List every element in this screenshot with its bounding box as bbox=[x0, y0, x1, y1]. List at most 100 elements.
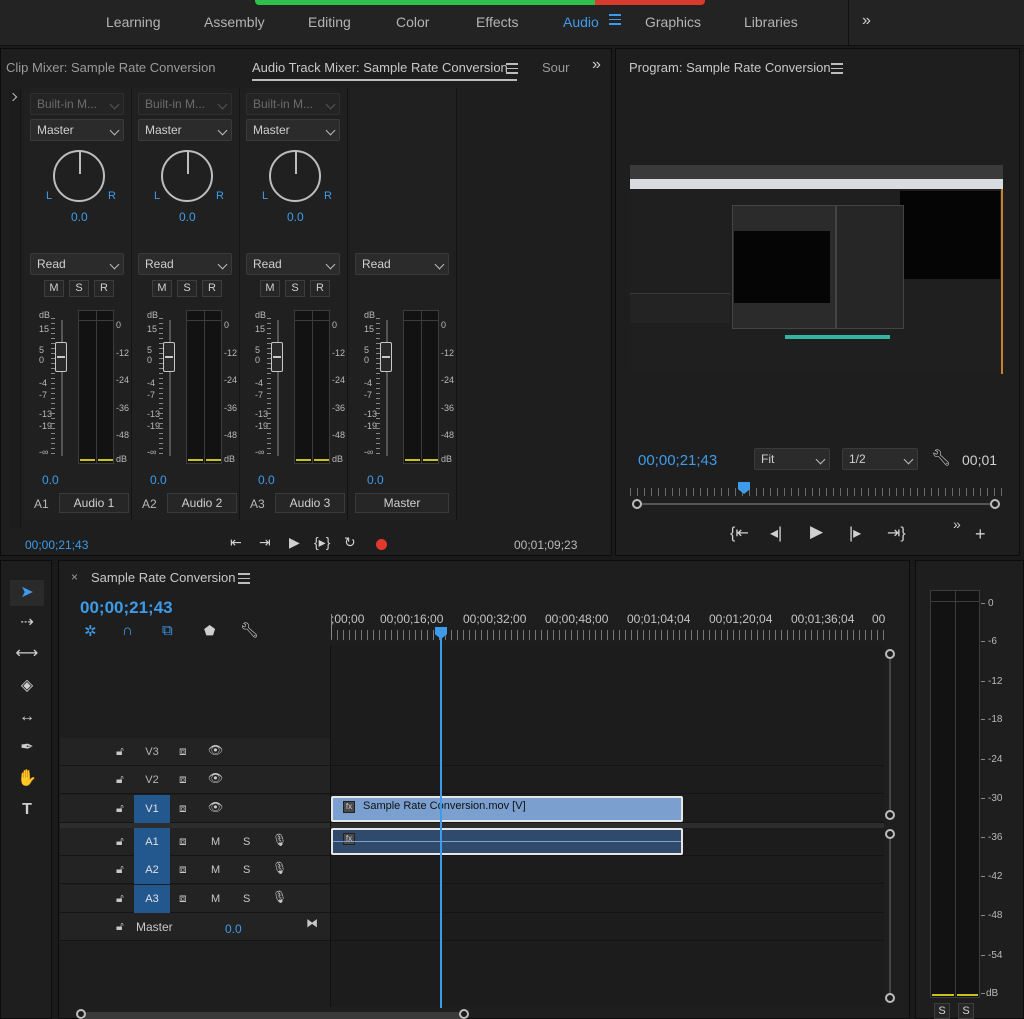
master-track-lane[interactable] bbox=[331, 913, 884, 941]
prog-add-button-icon[interactable]: + bbox=[975, 524, 986, 545]
pan-knob[interactable] bbox=[161, 150, 213, 202]
tab-clip-mixer[interactable]: Clip Mixer: Sample Rate Conversion bbox=[6, 60, 216, 75]
sync-lock-icon[interactable]: ⧈ bbox=[179, 862, 187, 877]
play-icon[interactable]: ▶ bbox=[289, 534, 300, 551]
lock-icon[interactable]: 🔓︎ bbox=[116, 891, 124, 906]
mixer-expand-strip[interactable] bbox=[8, 89, 21, 549]
volume-value[interactable]: 0.0 bbox=[150, 473, 167, 487]
automation-dropdown[interactable]: Read bbox=[138, 253, 232, 275]
video-vscroll-bottom[interactable] bbox=[885, 810, 895, 820]
lock-icon[interactable]: 🔓︎ bbox=[116, 744, 124, 759]
track-name-field[interactable]: Audio 3 bbox=[275, 493, 345, 513]
lock-icon[interactable]: 🔓︎ bbox=[116, 772, 124, 787]
sync-lock-icon[interactable]: ⧈ bbox=[179, 891, 187, 906]
clip-video-fx-badge[interactable]: fx bbox=[343, 801, 355, 813]
lock-icon[interactable]: 🔓︎ bbox=[116, 801, 124, 816]
record-icon[interactable] bbox=[376, 539, 387, 550]
timeline-hscroll[interactable] bbox=[84, 1012, 464, 1019]
ws-tab-libraries[interactable]: Libraries bbox=[744, 14, 798, 30]
ws-more-icon[interactable]: » bbox=[862, 12, 871, 30]
wrench-icon[interactable]: 🔧︎ bbox=[931, 448, 951, 468]
nest-icon[interactable]: ✲ bbox=[84, 622, 97, 640]
mixer-menu-icon[interactable] bbox=[506, 63, 518, 74]
automation-dropdown[interactable]: Read bbox=[30, 253, 124, 275]
tab-source[interactable]: Sour bbox=[542, 60, 569, 75]
tab-audio-track-mixer[interactable]: Audio Track Mixer: Sample Rate Conversio… bbox=[252, 60, 508, 75]
hscroll-left[interactable] bbox=[76, 1009, 86, 1019]
prog-play-icon[interactable]: ▶ bbox=[810, 522, 823, 542]
pan-value[interactable]: 0.0 bbox=[179, 210, 196, 224]
ws-tab-graphics[interactable]: Graphics bbox=[645, 14, 701, 30]
video-vscroll[interactable] bbox=[889, 655, 891, 815]
ws-tab-effects[interactable]: Effects bbox=[476, 14, 519, 30]
prog-mark-in-icon[interactable]: {⇤ bbox=[730, 523, 749, 543]
pen-tool-icon[interactable]: ✒ bbox=[10, 735, 44, 761]
output-dropdown[interactable]: Master bbox=[246, 119, 340, 141]
track-mute-button[interactable]: M bbox=[211, 893, 220, 905]
ws-tab-color[interactable]: Color bbox=[396, 14, 429, 30]
pan-value[interactable]: 0.0 bbox=[287, 210, 304, 224]
ws-menu-icon[interactable] bbox=[609, 14, 621, 28]
audio-track-lane[interactable] bbox=[331, 885, 884, 913]
ripple-edit-tool-icon[interactable]: ⟷ bbox=[10, 641, 44, 667]
go-to-in-icon[interactable]: ⇤ bbox=[230, 534, 242, 551]
eye-icon[interactable]: 👁︎ bbox=[208, 800, 223, 814]
timeline-close-icon[interactable]: × bbox=[71, 570, 78, 584]
volume-value[interactable]: 0.0 bbox=[367, 473, 384, 487]
automation-dropdown[interactable]: Read bbox=[246, 253, 340, 275]
selection-tool-icon[interactable]: ➤ bbox=[10, 580, 44, 606]
automation-dropdown[interactable]: Read bbox=[355, 253, 449, 275]
mute-button[interactable]: M bbox=[152, 280, 172, 297]
timeline-ruler-ticks[interactable] bbox=[331, 630, 884, 640]
pan-knob[interactable] bbox=[53, 150, 105, 202]
track-target-a2[interactable]: A2 bbox=[134, 856, 170, 884]
effect-dropdown[interactable]: Built-in M... bbox=[138, 93, 232, 115]
track-name-field[interactable]: Audio 1 bbox=[59, 493, 129, 513]
timeline-title[interactable]: Sample Rate Conversion bbox=[91, 570, 236, 585]
lock-icon[interactable]: 🔓︎ bbox=[116, 919, 124, 934]
sync-lock-icon[interactable]: ⧈ bbox=[179, 834, 187, 849]
audio-vscroll-top[interactable] bbox=[885, 829, 895, 839]
clip-video[interactable]: fx Sample Rate Conversion.mov [V] bbox=[331, 796, 683, 822]
hscroll-right[interactable] bbox=[459, 1009, 469, 1019]
slip-tool-icon[interactable]: ↔ bbox=[10, 704, 44, 730]
video-track-lane[interactable] bbox=[331, 766, 884, 794]
eye-icon[interactable]: 👁︎ bbox=[208, 743, 223, 757]
track-mute-button[interactable]: M bbox=[211, 836, 220, 848]
ws-tab-audio[interactable]: Audio bbox=[563, 14, 599, 30]
linked-selection-icon[interactable]: ⧉ bbox=[162, 622, 173, 639]
mute-button[interactable]: M bbox=[44, 280, 64, 297]
video-track-lane[interactable] bbox=[331, 738, 884, 766]
track-name-field[interactable]: Audio 2 bbox=[167, 493, 237, 513]
audio-vscroll[interactable] bbox=[889, 835, 891, 997]
program-timecode[interactable]: 00;00;21;43 bbox=[638, 452, 717, 469]
track-solo-button[interactable]: S bbox=[243, 893, 250, 905]
clip-audio-fx-badge[interactable]: fx bbox=[343, 833, 355, 845]
fader-track[interactable] bbox=[169, 320, 171, 456]
fader-track[interactable] bbox=[61, 320, 63, 456]
volume-value[interactable]: 0.0 bbox=[42, 473, 59, 487]
program-title[interactable]: Program: Sample Rate Conversion bbox=[629, 60, 831, 75]
add-marker-icon[interactable]: ⬟ bbox=[204, 623, 215, 639]
solo-button[interactable]: S bbox=[177, 280, 197, 297]
program-zoom-right[interactable] bbox=[990, 499, 1000, 509]
voiceover-mic-icon[interactable]: 🎙︎ bbox=[272, 861, 287, 875]
mixer-more-icon[interactable]: » bbox=[592, 56, 601, 74]
prog-step-back-icon[interactable]: ◂| bbox=[770, 523, 782, 543]
track-target-a3[interactable]: A3 bbox=[134, 885, 170, 913]
track-target-v2[interactable]: V2 bbox=[134, 766, 170, 794]
prog-step-fwd-icon[interactable]: |▸ bbox=[849, 523, 861, 543]
volume-fader-handle[interactable] bbox=[271, 342, 283, 372]
eye-icon[interactable]: 👁︎ bbox=[208, 771, 223, 785]
pan-knob[interactable] bbox=[269, 150, 321, 202]
track-target-v3[interactable]: V3 bbox=[134, 738, 170, 766]
pan-value[interactable]: 0.0 bbox=[71, 210, 88, 224]
master-track-value[interactable]: 0.0 bbox=[225, 922, 242, 936]
timeline-menu-icon[interactable] bbox=[238, 573, 250, 584]
solo-button[interactable]: S bbox=[69, 280, 89, 297]
video-vscroll-top[interactable] bbox=[885, 649, 895, 659]
program-video-frame[interactable] bbox=[630, 165, 1003, 374]
timeline-timecode[interactable]: 00;00;21;43 bbox=[80, 598, 173, 618]
resolution-dropdown[interactable]: 1/2 bbox=[842, 448, 918, 470]
mixer-timecode[interactable]: 00;00;21;43 bbox=[25, 538, 88, 552]
